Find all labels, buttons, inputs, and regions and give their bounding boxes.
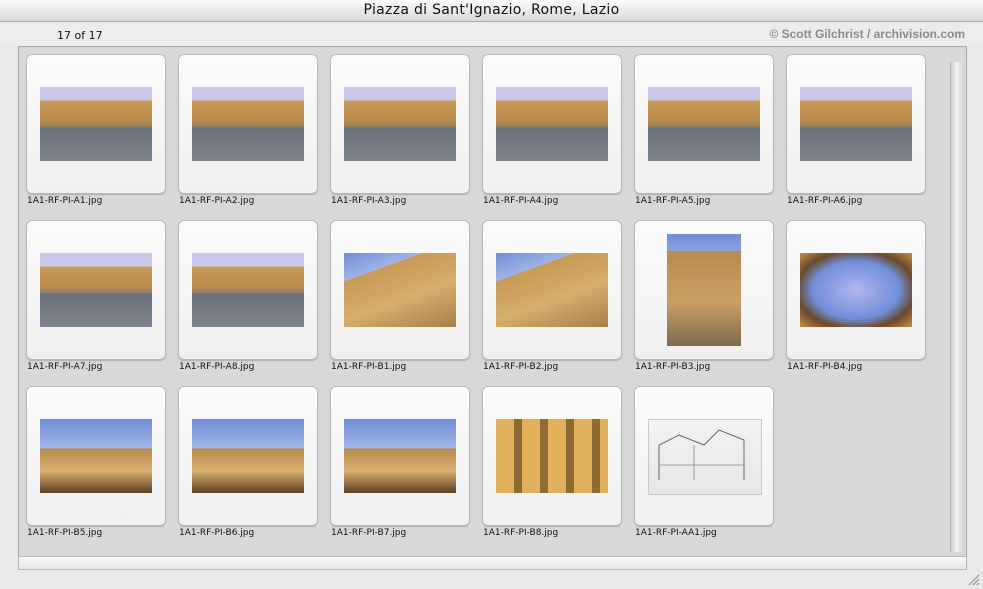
thumbnail-slide[interactable] (482, 386, 622, 526)
window-title-bar[interactable]: Piazza di Sant'Ignazio, Rome, Lazio (0, 0, 983, 22)
thumbnail-caption: 1A1-RF-PI-B4.jpg (787, 362, 863, 372)
thumbnail-slide[interactable] (634, 54, 774, 194)
thumbnail-caption: 1A1-RF-PI-B1.jpg (331, 362, 407, 372)
horizontal-scrollbar[interactable] (18, 556, 967, 570)
thumbnail-caption: 1A1-RF-PI-AA1.jpg (635, 528, 717, 538)
thumbnail-caption: 1A1-RF-PI-B3.jpg (635, 362, 711, 372)
thumbnail-caption: 1A1-RF-PI-B7.jpg (331, 528, 407, 538)
thumbnail-slide[interactable] (26, 54, 166, 194)
window-title: Piazza di Sant'Ignazio, Rome, Lazio (363, 2, 620, 18)
thumbnail-caption: 1A1-RF-PI-B6.jpg (179, 528, 255, 538)
thumbnail-slide[interactable] (330, 54, 470, 194)
thumbnail-image (800, 253, 912, 327)
thumbnail-caption: 1A1-RF-PI-B8.jpg (483, 528, 559, 538)
thumbnail-caption: 1A1-RF-PI-A8.jpg (179, 362, 255, 372)
thumbnail-image (40, 419, 152, 493)
thumbnail-caption: 1A1-RF-PI-A5.jpg (635, 196, 711, 206)
thumbnail-grid: 1A1-RF-PI-A1.jpg 1A1-RF-PI-A2.jpg 1A1-RF-P… (18, 46, 967, 557)
thumbnail-caption: 1A1-RF-PI-A1.jpg (27, 196, 103, 206)
thumbnail-image (192, 419, 304, 493)
thumbnail-slide[interactable] (178, 220, 318, 360)
thumbnail-caption: 1A1-RF-PI-A2.jpg (179, 196, 255, 206)
resize-grip-icon[interactable] (966, 572, 980, 586)
thumbnail-caption: 1A1-RF-PI-A3.jpg (331, 196, 407, 206)
thumbnail-image (648, 87, 760, 161)
thumbnail-slide[interactable] (330, 386, 470, 526)
thumbnail-slide[interactable] (482, 54, 622, 194)
thumbnail-slide[interactable] (178, 54, 318, 194)
thumbnail-image (496, 87, 608, 161)
thumbnail-image (496, 419, 608, 493)
thumbnail-image (192, 253, 304, 327)
thumbnail-slide[interactable] (178, 386, 318, 526)
thumbnail-slide[interactable] (786, 54, 926, 194)
thumbnail-image (344, 253, 456, 327)
copyright-text: © Scott Gilchrist / archivision.com (769, 27, 965, 41)
thumbnail-slide[interactable] (634, 386, 774, 526)
vertical-scrollbar[interactable] (950, 62, 964, 552)
thumbnail-caption: 1A1-RF-PI-B5.jpg (27, 528, 103, 538)
thumbnail-image (192, 87, 304, 161)
thumbnail-slide[interactable] (26, 386, 166, 526)
thumbnail-slide[interactable] (330, 220, 470, 360)
thumbnail-caption: 1A1-RF-PI-A6.jpg (787, 196, 863, 206)
info-bar: 17 of 17 © Scott Gilchrist / archivision… (0, 22, 983, 46)
thumbnail-image (667, 234, 741, 346)
item-count: 17 of 17 (57, 29, 103, 42)
thumbnail-slide[interactable] (482, 220, 622, 360)
thumbnail-image (344, 419, 456, 493)
thumbnail-image (40, 253, 152, 327)
thumbnail-caption: 1A1-RF-PI-A4.jpg (483, 196, 559, 206)
thumbnail-slide[interactable] (634, 220, 774, 360)
thumbnail-image (344, 87, 456, 161)
thumbnail-image (496, 253, 608, 327)
thumbnail-slide[interactable] (786, 220, 926, 360)
thumbnail-caption: 1A1-RF-PI-B2.jpg (483, 362, 559, 372)
thumbnail-image (648, 419, 762, 495)
thumbnail-image (800, 87, 912, 161)
thumbnail-caption: 1A1-RF-PI-A7.jpg (27, 362, 103, 372)
thumbnail-image (40, 87, 152, 161)
thumbnail-slide[interactable] (26, 220, 166, 360)
